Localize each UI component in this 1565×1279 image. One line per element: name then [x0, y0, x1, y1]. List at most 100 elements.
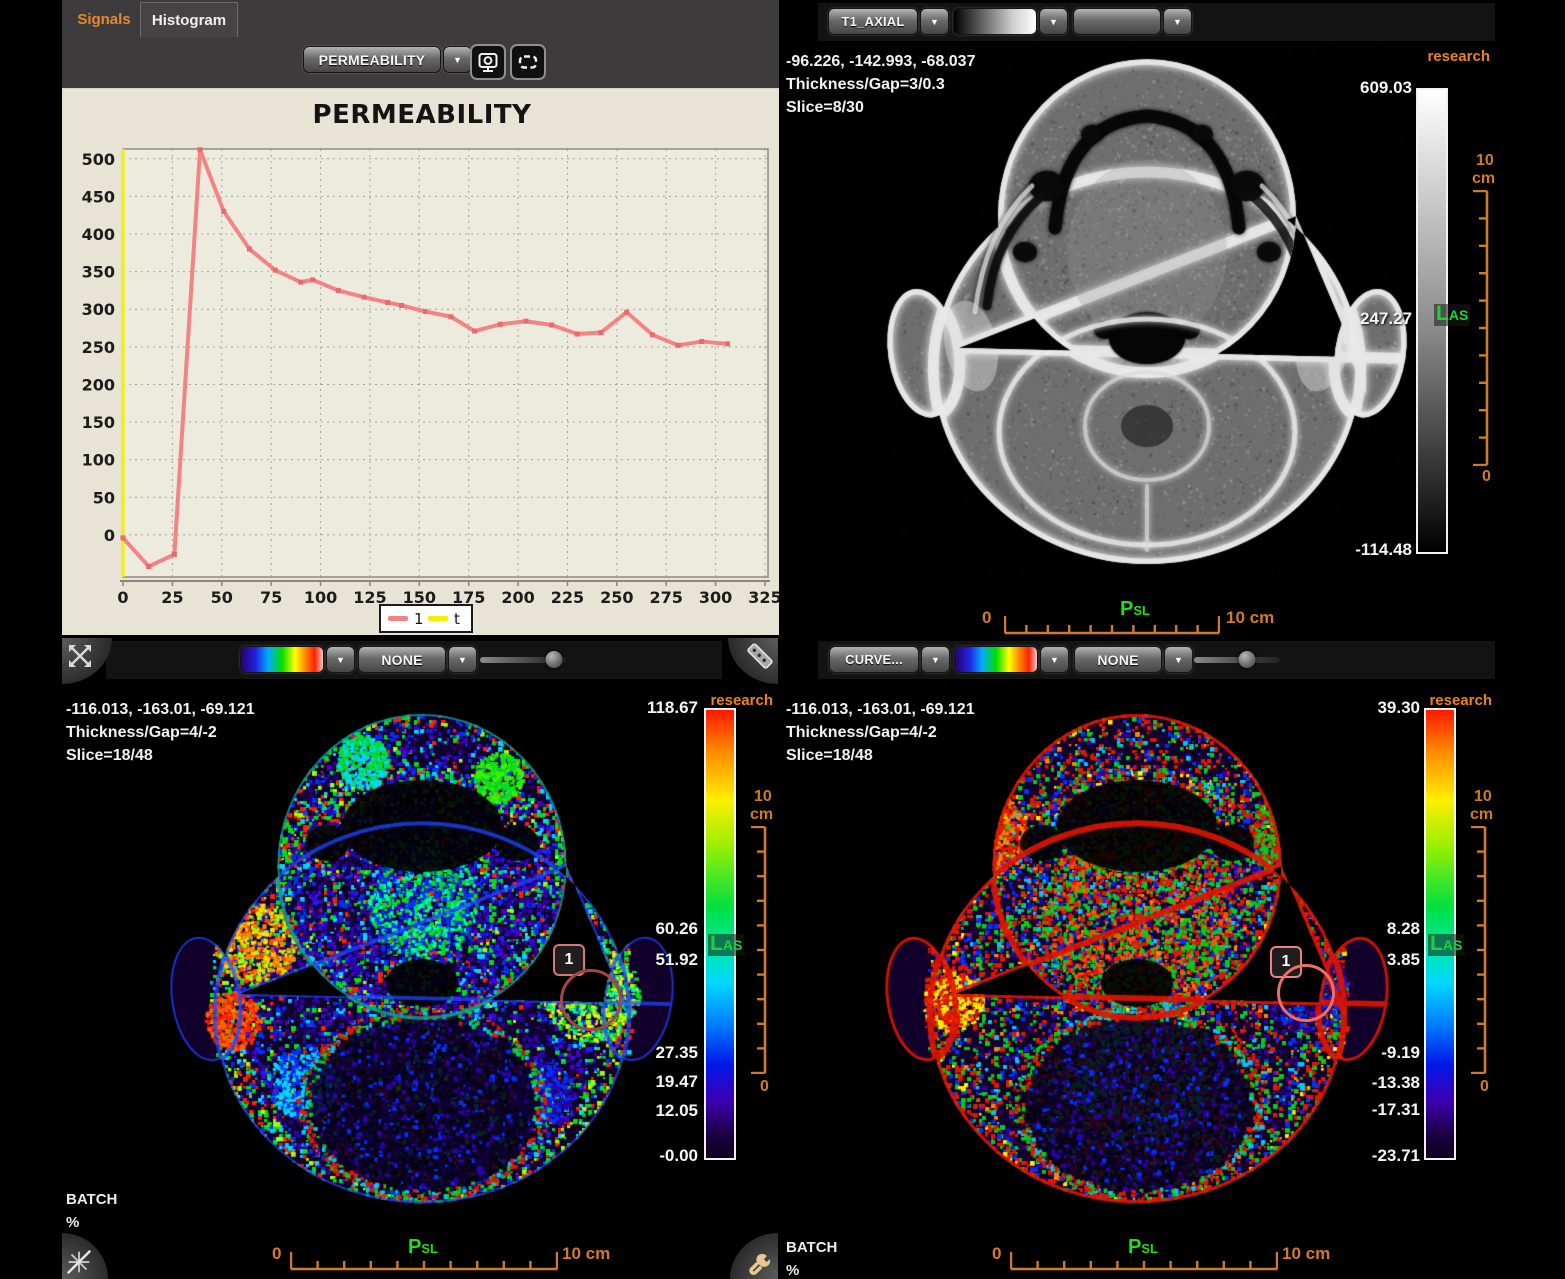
- dropdown-arrow-icon[interactable]: [448, 646, 477, 673]
- batch-line1: BATCH: [786, 1236, 837, 1259]
- svg-text:0: 0: [104, 526, 115, 545]
- image-overlay-info: -116.013, -163.01, -69.121Thickness/Gap=…: [786, 698, 975, 767]
- vertical-scale-ruler: [1470, 190, 1490, 466]
- slider-knob[interactable]: [545, 651, 562, 668]
- orientation-main: L: [1436, 302, 1449, 325]
- hscale-end-label: 10 cm: [1282, 1244, 1330, 1264]
- settings-tool-button[interactable]: [730, 1233, 778, 1279]
- orientation-sub: AS: [1443, 937, 1462, 953]
- svg-text:75: 75: [260, 588, 282, 607]
- svg-text:200: 200: [82, 375, 115, 394]
- svg-text:50: 50: [93, 488, 115, 507]
- orientation-main: L: [1430, 932, 1443, 955]
- vscale-zero-label: 0: [1480, 1078, 1489, 1095]
- dropdown-arrow-icon[interactable]: [443, 46, 472, 73]
- overlay-select[interactable]: [1073, 8, 1192, 35]
- overlay-select[interactable]: NONE: [358, 646, 477, 673]
- parameter-select[interactable]: PERMEABILITY: [303, 46, 472, 73]
- roi-circle-1[interactable]: [560, 969, 622, 1031]
- orientation-main: L: [710, 932, 723, 955]
- slider-track[interactable]: [1194, 657, 1280, 663]
- colormap-swatch[interactable]: [954, 646, 1038, 673]
- hscale-zero-label: 0: [982, 608, 991, 628]
- peak-map-image[interactable]: [162, 693, 682, 1233]
- annotation-tool-button[interactable]: [62, 1233, 108, 1279]
- colormap-select[interactable]: [954, 646, 1069, 673]
- dropdown-arrow-icon[interactable]: [921, 646, 950, 673]
- svg-text:150: 150: [82, 413, 115, 432]
- colormap-select[interactable]: [240, 646, 355, 673]
- dropdown-arrow-icon[interactable]: [1040, 646, 1069, 673]
- svg-text:50: 50: [211, 588, 233, 607]
- colormap-swatch[interactable]: [240, 646, 324, 673]
- dropdown-arrow-icon[interactable]: [1039, 8, 1068, 35]
- pan-icon: [64, 640, 96, 672]
- orientation-label: LAS: [1428, 934, 1464, 956]
- pan-tool-button[interactable]: [62, 638, 112, 684]
- svg-text:275: 275: [650, 588, 683, 607]
- mri-viewport-panel: T1_AXIAL -96.226, -142.993, -68.037Thick…: [782, 0, 1565, 635]
- dropdown-arrow-icon[interactable]: [1164, 646, 1193, 673]
- roi-circle-1[interactable]: [1277, 964, 1335, 1022]
- curve-map-image[interactable]: [877, 693, 1397, 1233]
- slider-knob[interactable]: [1239, 651, 1256, 668]
- permeability-chart[interactable]: 0255075100125150175200225250275300325050…: [62, 89, 779, 635]
- orientation-sub: AS: [723, 937, 742, 953]
- image-overlay-info: -116.013, -163.01, -69.121Thickness/Gap=…: [66, 698, 255, 767]
- opacity-slider[interactable]: [1194, 646, 1280, 673]
- horizontal-scale-ruler: [290, 1250, 558, 1271]
- image-overlay-info: -96.226, -142.993, -68.037Thickness/Gap=…: [786, 50, 975, 119]
- vscale-top-label: 10: [754, 788, 772, 805]
- svg-text:350: 350: [82, 263, 115, 282]
- tab-histogram[interactable]: Histogram: [140, 2, 238, 37]
- measure-tool-button[interactable]: [728, 638, 778, 684]
- colormap-swatch[interactable]: [953, 8, 1037, 35]
- horizontal-scale-ruler: [1004, 614, 1220, 635]
- app-window: Signals Histogram PERMEABILITY: [0, 0, 1565, 1279]
- vscale-zero-label: 0: [1482, 468, 1491, 485]
- tab-signals[interactable]: Signals: [70, 2, 138, 36]
- crop-frame-button[interactable]: [510, 44, 546, 80]
- peak-map-panel: PEAK_E... NONE -116.013, -163.01, -69.12…: [62, 638, 778, 1279]
- vscale-zero-label: 0: [760, 1078, 769, 1095]
- signals-chart-area[interactable]: 0255075100125150175200225250275300325050…: [62, 88, 779, 635]
- svg-text:325: 325: [748, 588, 779, 607]
- crop-frame-icon: [516, 50, 540, 74]
- dropdown-arrow-icon[interactable]: [1163, 8, 1192, 35]
- overlay-select-value[interactable]: [1073, 8, 1161, 35]
- svg-text:450: 450: [82, 187, 115, 206]
- parameter-select-value[interactable]: CURVE...: [829, 646, 919, 673]
- vscale-unit-label: cm: [750, 806, 773, 823]
- display-capture-button[interactable]: [470, 44, 506, 80]
- star-icon: [64, 1247, 94, 1277]
- research-label: research: [1427, 48, 1490, 65]
- batch-label: BATCH %: [66, 1188, 117, 1234]
- svg-text:25: 25: [161, 588, 183, 607]
- colorbar-values: 118.6760.2651.9227.3519.4712.05-0.00: [608, 638, 698, 1279]
- vertical-scale-ruler: [1468, 826, 1488, 1074]
- opacity-slider[interactable]: [480, 646, 566, 673]
- orientation-label: LAS: [1434, 304, 1470, 326]
- orientation-sub: AS: [1449, 307, 1468, 323]
- parameter-select-value[interactable]: PERMEABILITY: [303, 46, 441, 73]
- parameter-select[interactable]: CURVE...: [829, 646, 950, 673]
- overlay-select-value[interactable]: NONE: [358, 646, 446, 673]
- batch-line2: %: [66, 1211, 117, 1234]
- hscale-zero-label: 0: [992, 1244, 1001, 1264]
- svg-text:200: 200: [501, 588, 534, 607]
- series-select[interactable]: T1_AXIAL: [828, 8, 949, 35]
- orientation-label: LAS: [708, 934, 744, 956]
- batch-label: BATCH %: [786, 1236, 837, 1279]
- display-capture-icon: [476, 50, 500, 74]
- colorbar-values: 39.308.283.85-9.19-13.38-17.31-23.71: [1330, 638, 1420, 1279]
- vscale-top-label: 10: [1474, 788, 1492, 805]
- colormap-select[interactable]: [953, 8, 1068, 35]
- overlay-select[interactable]: NONE: [1074, 646, 1193, 673]
- svg-text:100: 100: [82, 451, 115, 470]
- dropdown-arrow-icon[interactable]: [920, 8, 949, 35]
- dropdown-arrow-icon[interactable]: [326, 646, 355, 673]
- series-select-value[interactable]: T1_AXIAL: [828, 8, 918, 35]
- colorbar-values: 609.03247.27-114.48: [1322, 0, 1412, 635]
- hscale-end-label: 10 cm: [1226, 608, 1274, 628]
- overlay-select-value[interactable]: NONE: [1074, 646, 1162, 673]
